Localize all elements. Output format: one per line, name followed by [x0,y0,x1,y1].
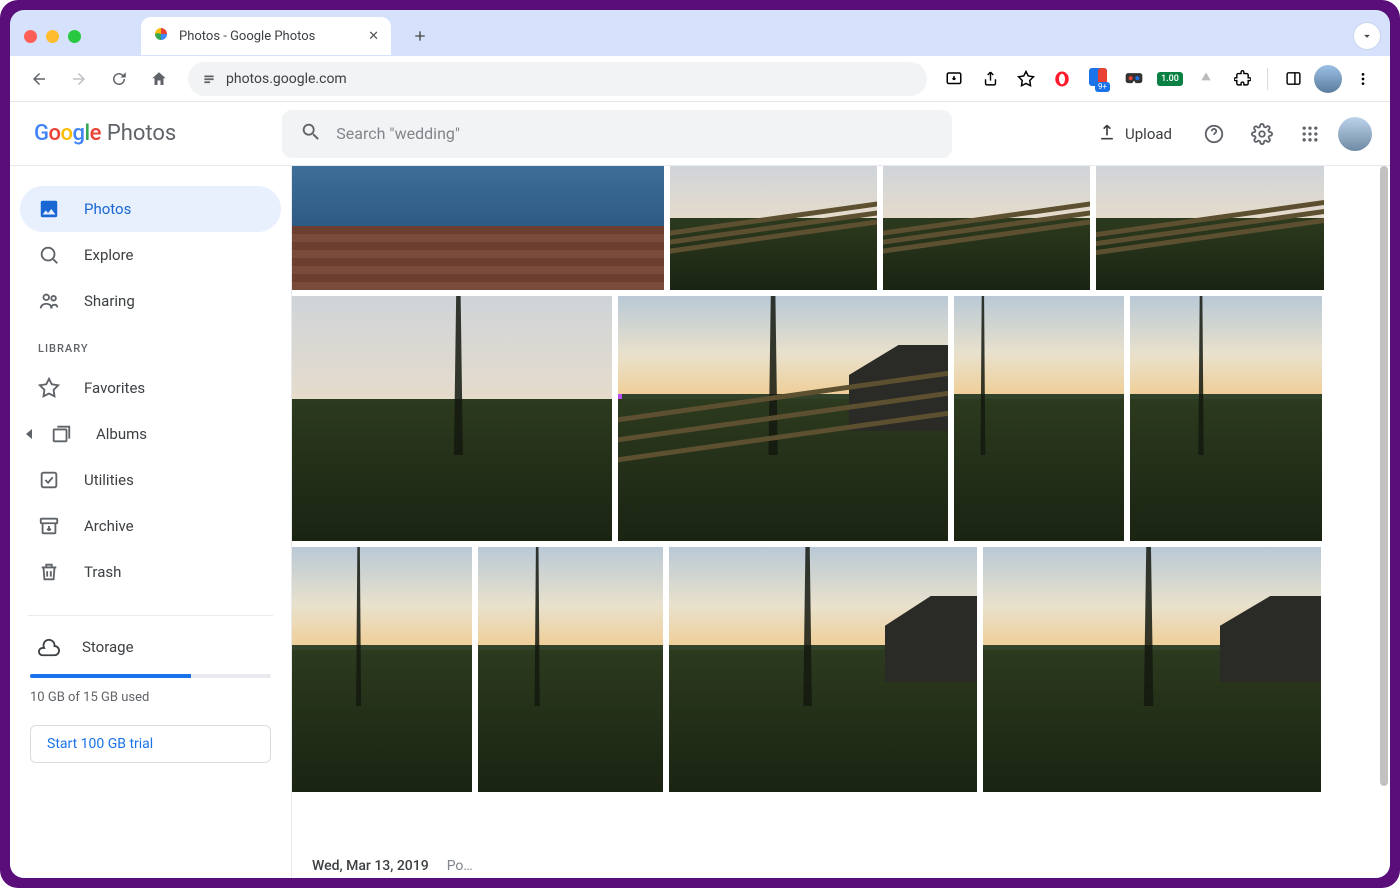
minimize-window-button[interactable] [46,30,59,43]
scrollbar[interactable] [1380,166,1388,878]
product-name: Photos [107,121,176,146]
sidebar-item-label: Favorites [84,379,145,397]
date-secondary-label: Po… [447,858,473,874]
sidebar-item-label: Trash [84,563,121,581]
chrome-profile-avatar[interactable] [1314,65,1342,93]
app-header: Google Photos Upload [10,102,1390,166]
account-avatar[interactable] [1338,117,1372,151]
sidebar-item-utilities[interactable]: Utilities [20,457,281,503]
settings-button[interactable] [1242,114,1282,154]
apps-grid-button[interactable] [1290,114,1330,154]
forward-button[interactable] [62,62,96,96]
sidebar-item-label: Explore [84,246,134,264]
tab-title: Photos - Google Photos [179,29,358,44]
upload-label: Upload [1125,125,1172,143]
tabs-dropdown-button[interactable] [1354,23,1380,49]
sidebar-item-sharing[interactable]: Sharing [20,278,281,324]
share-icon[interactable] [975,64,1005,94]
date-label: Wed, Mar 13, 2019 [312,858,429,874]
photo-thumbnail[interactable] [954,296,1124,541]
sidebar-item-label: Sharing [84,292,135,310]
date-section-header: Wed, Mar 13, 2019 Po… [312,858,473,874]
sidebar-divider [28,615,273,616]
close-window-button[interactable] [24,30,37,43]
help-button[interactable] [1194,114,1234,154]
search-icon [300,121,322,147]
photo-thumbnail[interactable] [292,166,664,290]
photo-thumbnail[interactable] [1096,166,1324,290]
bookmark-icon[interactable] [1011,64,1041,94]
sidebar-item-label: Albums [96,425,147,443]
sidebar-item-label: Storage [82,638,134,656]
google-wordmark: Google [34,121,101,146]
side-panel-icon[interactable] [1278,64,1308,94]
close-tab-icon[interactable]: ✕ [368,29,379,44]
site-info-icon[interactable] [202,72,216,86]
browser-tab[interactable]: Photos - Google Photos ✕ [141,17,391,55]
photo-thumbnail[interactable] [670,166,877,290]
url-text: photos.google.com [226,71,347,87]
reload-button[interactable] [102,62,136,96]
photo-thumbnail[interactable] [292,296,612,541]
google-photos-logo[interactable]: Google Photos [34,121,176,146]
start-trial-button[interactable]: Start 100 GB trial [30,725,271,763]
search-bar[interactable] [282,110,952,158]
photo-grid: Wed, Mar 13, 2019 Po… [292,166,1390,878]
extension-goggles-icon[interactable] [1119,64,1149,94]
sidebar-item-label: Archive [84,517,134,535]
storage-meter [30,674,271,678]
extensions-puzzle-icon[interactable] [1227,64,1257,94]
browser-tab-strip: Photos - Google Photos ✕ [10,10,1390,56]
extension-price-icon[interactable]: 1.00 [1155,64,1185,94]
storage-usage-text: 10 GB of 15 GB used [20,688,281,719]
sidebar-item-label: Photos [84,200,131,218]
search-input[interactable] [336,124,934,143]
sidebar-item-explore[interactable]: Explore [20,232,281,278]
sidebar-item-archive[interactable]: Archive [20,503,281,549]
expand-caret-icon[interactable] [26,429,32,439]
sidebar: Photos Explore Sharing LIBRARY Favorites [10,166,292,878]
photo-thumbnail[interactable] [983,547,1321,792]
photo-thumbnail[interactable] [669,547,977,792]
address-bar[interactable]: photos.google.com [188,62,927,96]
opera-extension-icon[interactable] [1047,64,1077,94]
photo-thumbnail[interactable] [478,547,663,792]
browser-toolbar: photos.google.com 9+ 1.00 [10,56,1390,102]
home-button[interactable] [142,62,176,96]
upload-button[interactable]: Upload [1083,114,1186,154]
toolbar-divider [1267,68,1268,90]
new-tab-button[interactable] [405,21,435,51]
maximize-window-button[interactable] [68,30,81,43]
sidebar-item-label: Utilities [84,471,134,489]
sidebar-item-favorites[interactable]: Favorites [20,365,281,411]
back-button[interactable] [22,62,56,96]
sidebar-item-albums[interactable]: Albums [20,411,281,457]
storage-meter-fill [30,674,191,678]
sidebar-item-photos[interactable]: Photos [20,186,281,232]
photo-thumbnail[interactable] [883,166,1090,290]
sidebar-item-trash[interactable]: Trash [20,549,281,595]
install-app-icon[interactable] [939,64,969,94]
extension-grey-icon[interactable] [1191,64,1221,94]
window-controls [24,30,81,43]
photo-thumbnail[interactable] [1130,296,1322,541]
photo-thumbnail[interactable] [292,547,472,792]
upload-icon [1097,122,1117,146]
photo-thumbnail-selected[interactable] [618,296,948,541]
google-photos-favicon-icon [153,26,169,46]
extension-badge-1[interactable]: 9+ [1083,64,1113,94]
library-section-label: LIBRARY [20,324,281,365]
chrome-menu-icon[interactable] [1348,64,1378,94]
sidebar-item-storage[interactable]: Storage [20,630,281,664]
